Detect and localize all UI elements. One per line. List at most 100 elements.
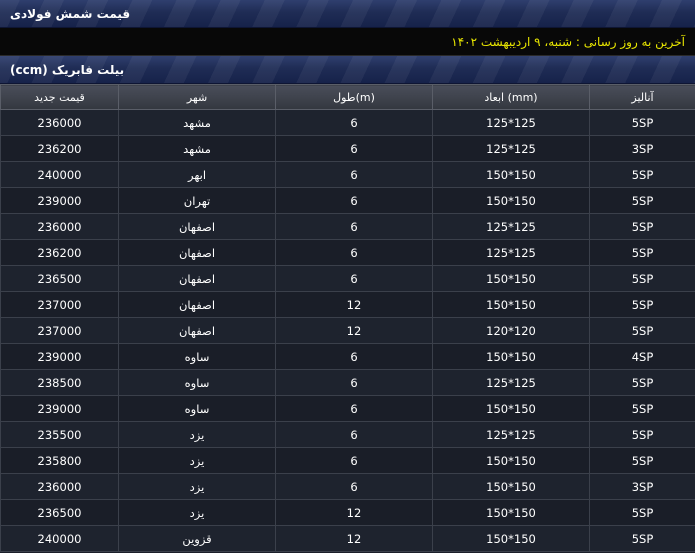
- cell-dimensions: 125*125: [432, 239, 590, 266]
- column-header-dimensions[interactable]: ابعاد (mm): [432, 84, 590, 110]
- cell-price: 239000: [0, 343, 119, 370]
- column-header-length[interactable]: طول(m): [275, 84, 433, 110]
- last-update-text: آخرین به روز رسانی : شنبه، ۹ اردیبهشت ۱۴…: [451, 34, 685, 49]
- table-row: 235800 یزد 6 150*150 5SP: [0, 447, 695, 474]
- cell-analysis: 5SP: [589, 317, 695, 344]
- cell-dimensions: 150*150: [432, 291, 590, 318]
- cell-length: 6: [275, 265, 433, 292]
- cell-dimensions: 125*125: [432, 421, 590, 448]
- cell-city: یزد: [118, 421, 276, 448]
- cell-city: اصفهان: [118, 239, 276, 266]
- cell-analysis: 4SP: [589, 343, 695, 370]
- table-row: 240000 ابهر 6 150*150 5SP: [0, 161, 695, 188]
- cell-city: اصفهان: [118, 265, 276, 292]
- cell-city: ابهر: [118, 161, 276, 188]
- cell-length: 6: [275, 213, 433, 240]
- cell-price: 236000: [0, 213, 119, 240]
- column-header-city[interactable]: شهر: [118, 84, 276, 110]
- cell-dimensions: 150*150: [432, 187, 590, 214]
- price-table: قیمت جدید شهر طول(m) ابعاد (mm) آنالیز 2…: [0, 84, 695, 552]
- table-row: 237000 اصفهان 12 120*120 5SP: [0, 317, 695, 344]
- cell-dimensions: 150*150: [432, 395, 590, 422]
- cell-analysis: 5SP: [589, 109, 695, 136]
- table-row: 236500 یزد 12 150*150 5SP: [0, 499, 695, 526]
- table-row: 236200 اصفهان 6 125*125 5SP: [0, 239, 695, 266]
- cell-price: 235500: [0, 421, 119, 448]
- cell-analysis: 5SP: [589, 421, 695, 448]
- update-bar: آخرین به روز رسانی : شنبه، ۹ اردیبهشت ۱۴…: [0, 28, 695, 56]
- cell-dimensions: 150*150: [432, 343, 590, 370]
- cell-price: 237000: [0, 317, 119, 344]
- table-row: 236000 یزد 6 150*150 3SP: [0, 473, 695, 500]
- cell-price: 236500: [0, 499, 119, 526]
- cell-analysis: 5SP: [589, 291, 695, 318]
- cell-dimensions: 125*125: [432, 213, 590, 240]
- table-row: 239000 ساوه 6 150*150 5SP: [0, 395, 695, 422]
- table-row: 239000 ساوه 6 150*150 4SP: [0, 343, 695, 370]
- cell-analysis: 5SP: [589, 265, 695, 292]
- table-row: 238500 ساوه 6 125*125 5SP: [0, 369, 695, 396]
- cell-analysis: 5SP: [589, 499, 695, 526]
- cell-price: 240000: [0, 525, 119, 552]
- table-header-row: قیمت جدید شهر طول(m) ابعاد (mm) آنالیز: [0, 84, 695, 110]
- table-row: 237000 اصفهان 12 150*150 5SP: [0, 291, 695, 318]
- cell-price: 239000: [0, 395, 119, 422]
- cell-length: 6: [275, 161, 433, 188]
- cell-dimensions: 150*150: [432, 525, 590, 552]
- cell-length: 6: [275, 395, 433, 422]
- cell-length: 6: [275, 421, 433, 448]
- cell-price: 236200: [0, 239, 119, 266]
- cell-dimensions: 150*150: [432, 499, 590, 526]
- cell-city: اصفهان: [118, 213, 276, 240]
- table-body: 236000 مشهد 6 125*125 5SP 236200 مشهد 6 125*125 3…: [0, 109, 695, 552]
- cell-length: 6: [275, 447, 433, 474]
- cell-length: 12: [275, 291, 433, 318]
- cell-analysis: 5SP: [589, 213, 695, 240]
- cell-analysis: 3SP: [589, 473, 695, 500]
- cell-dimensions: 150*150: [432, 161, 590, 188]
- cell-city: ساوه: [118, 395, 276, 422]
- cell-price: 236000: [0, 473, 119, 500]
- cell-city: یزد: [118, 447, 276, 474]
- cell-price: 240000: [0, 161, 119, 188]
- cell-analysis: 5SP: [589, 187, 695, 214]
- cell-city: مشهد: [118, 135, 276, 162]
- column-header-price[interactable]: قیمت جدید: [0, 84, 119, 110]
- cell-price: 236200: [0, 135, 119, 162]
- cell-dimensions: 150*150: [432, 473, 590, 500]
- cell-city: تهران: [118, 187, 276, 214]
- cell-analysis: 5SP: [589, 447, 695, 474]
- table-row: 236200 مشهد 6 125*125 3SP: [0, 135, 695, 162]
- cell-dimensions: 120*120: [432, 317, 590, 344]
- cell-city: ساوه: [118, 369, 276, 396]
- cell-dimensions: 150*150: [432, 447, 590, 474]
- cell-dimensions: 125*125: [432, 109, 590, 136]
- cell-price: 239000: [0, 187, 119, 214]
- cell-length: 12: [275, 499, 433, 526]
- cell-price: 235800: [0, 447, 119, 474]
- cell-length: 6: [275, 239, 433, 266]
- cell-length: 12: [275, 525, 433, 552]
- cell-analysis: 5SP: [589, 369, 695, 396]
- table-row: 236000 مشهد 6 125*125 5SP: [0, 109, 695, 136]
- section-header: بیلت فابریک (ccm): [0, 56, 695, 84]
- table-row: 239000 تهران 6 150*150 5SP: [0, 187, 695, 214]
- cell-price: 236500: [0, 265, 119, 292]
- cell-city: اصفهان: [118, 291, 276, 318]
- cell-city: ساوه: [118, 343, 276, 370]
- page-title: قیمت شمش فولادی: [10, 6, 131, 21]
- cell-city: یزد: [118, 473, 276, 500]
- cell-analysis: 5SP: [589, 525, 695, 552]
- column-header-analysis[interactable]: آنالیز: [589, 84, 695, 110]
- cell-city: قزوین: [118, 525, 276, 552]
- cell-length: 6: [275, 187, 433, 214]
- cell-length: 12: [275, 317, 433, 344]
- cell-analysis: 5SP: [589, 395, 695, 422]
- cell-analysis: 5SP: [589, 161, 695, 188]
- cell-dimensions: 125*125: [432, 369, 590, 396]
- section-title: بیلت فابریک (ccm): [10, 62, 125, 77]
- cell-price: 237000: [0, 291, 119, 318]
- cell-dimensions: 150*150: [432, 265, 590, 292]
- cell-length: 6: [275, 109, 433, 136]
- table-row: 236500 اصفهان 6 150*150 5SP: [0, 265, 695, 292]
